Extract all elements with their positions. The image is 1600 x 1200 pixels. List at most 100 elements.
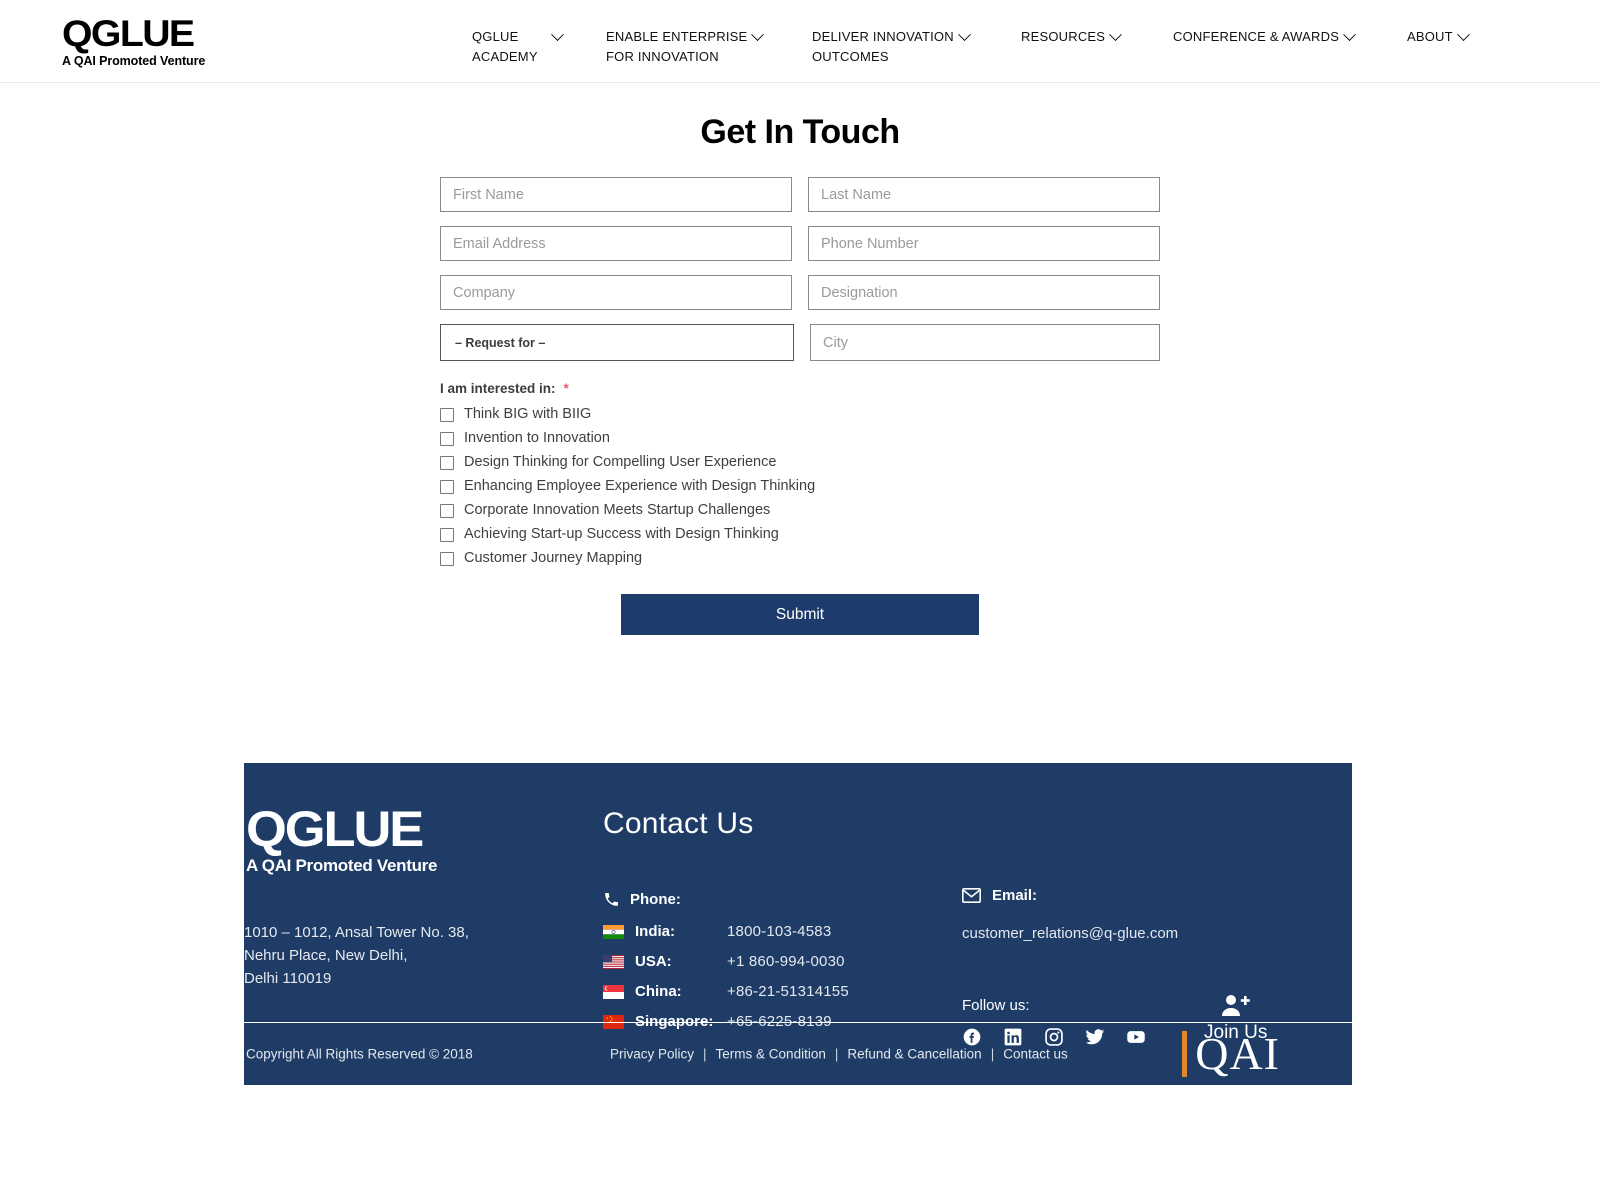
checkbox-icon[interactable] xyxy=(440,551,454,566)
phone-number[interactable]: +86-21-51314155 xyxy=(727,983,849,1000)
address-line: Nehru Place, New Delhi, xyxy=(244,947,408,964)
checkbox-icon[interactable] xyxy=(440,455,454,470)
checkbox-label: Invention to Innovation xyxy=(464,430,610,446)
address-line: 1010 – 1012, Ansal Tower No. 38, xyxy=(244,924,469,941)
link-refund-cancellation[interactable]: Refund & Cancellation xyxy=(847,1047,981,1062)
checkbox-label: Design Thinking for Compelling User Expe… xyxy=(464,454,777,470)
nav-item-resources[interactable]: RESOURCES xyxy=(1021,27,1173,47)
nav-item-about[interactable]: ABOUT xyxy=(1407,27,1470,47)
usa-flag-icon xyxy=(603,954,624,969)
interest-checkbox-row[interactable]: Corporate Innovation Meets Startup Chall… xyxy=(440,502,1160,519)
phone-entry-china: China: +86-21-51314155 xyxy=(603,983,849,1000)
nav-item-sublabel: OUTCOMES xyxy=(812,49,889,64)
city-input[interactable] xyxy=(810,324,1160,361)
contact-form: – Request for – I am interested in: * Thi… xyxy=(440,177,1160,635)
main-navigation: QGLUE ACADEMY ENABLE ENTERPRISE FOR INNO… xyxy=(472,27,1470,67)
interest-checkbox-row[interactable]: Customer Journey Mapping xyxy=(440,550,1160,567)
nav-item-label: DELIVER INNOVATION xyxy=(812,29,954,44)
logo-wordmark: QGLUE xyxy=(62,13,195,54)
submit-button[interactable]: Submit xyxy=(621,594,979,635)
chevron-down-icon[interactable] xyxy=(1456,27,1470,41)
nav-item-label: RESOURCES xyxy=(1021,29,1106,44)
nav-item-sublabel: FOR INNOVATION xyxy=(606,49,719,64)
company-input[interactable] xyxy=(440,275,792,310)
email-input[interactable] xyxy=(440,226,792,261)
footer-logo-wordmark: QGLUE xyxy=(246,801,424,857)
first-name-input[interactable] xyxy=(440,177,792,212)
phone-number[interactable]: +1 860-994-0030 xyxy=(727,953,845,970)
interest-checkbox-row[interactable]: Invention to Innovation xyxy=(440,430,1160,447)
checkbox-icon[interactable] xyxy=(440,431,454,446)
country-label: India: xyxy=(635,923,675,940)
user-plus-icon xyxy=(1222,995,1250,1016)
footer-logo[interactable]: QGLUE A QAI Promoted Venture xyxy=(246,804,438,876)
qai-logo-bar xyxy=(1182,1031,1188,1077)
checkbox-icon[interactable] xyxy=(440,503,454,518)
contact-us-heading: Contact Us xyxy=(603,807,754,840)
email-contact-block: Email: customer_relations@q-glue.com xyxy=(962,887,1178,942)
form-row-contact xyxy=(440,226,1160,261)
interest-checkbox-group: Think BIG with BIIG Invention to Innovat… xyxy=(440,406,1160,567)
link-contact-us[interactable]: Contact us xyxy=(1003,1047,1068,1062)
footer-bottom-bar: Copyright All Rights Reserved © 2018 Pri… xyxy=(244,1023,1352,1085)
singapore-flag-icon xyxy=(603,984,624,999)
interest-checkbox-row[interactable]: Enhancing Employee Experience with Desig… xyxy=(440,478,1160,495)
copyright-text: Copyright All Rights Reserved © 2018 xyxy=(246,1046,473,1062)
phone-contact-block: Phone: India: 1800-103-4583 USA: +1 860-… xyxy=(603,891,849,1043)
nav-item-sublabel: ACADEMY xyxy=(472,49,538,64)
chevron-down-icon[interactable] xyxy=(1343,27,1356,41)
designation-input[interactable] xyxy=(808,275,1160,310)
submit-row: Submit xyxy=(440,594,1160,635)
form-row-company xyxy=(440,275,1160,310)
form-row-name xyxy=(440,177,1160,212)
site-footer: QGLUE A QAI Promoted Venture 1010 – 1012… xyxy=(244,763,1352,1085)
country-label: China: xyxy=(635,983,682,1000)
nav-item-enable-enterprise[interactable]: ENABLE ENTERPRISE FOR INNOVATION xyxy=(606,27,812,67)
chevron-down-icon[interactable] xyxy=(751,27,765,41)
nav-item-label: ABOUT xyxy=(1407,29,1453,44)
qai-logo[interactable]: QAI xyxy=(1182,1031,1280,1077)
link-privacy-policy[interactable]: Privacy Policy xyxy=(610,1047,694,1062)
interest-label: I am interested in: * xyxy=(440,381,1160,396)
site-logo[interactable]: QGLUE A QAI Promoted Venture xyxy=(62,13,212,68)
follow-us-label: Follow us: xyxy=(962,997,1030,1014)
checkbox-label: Achieving Start-up Success with Design T… xyxy=(464,526,779,542)
checkbox-icon[interactable] xyxy=(440,527,454,542)
phone-number[interactable]: 1800-103-4583 xyxy=(727,923,831,940)
address-line: Delhi 110019 xyxy=(244,970,332,987)
chevron-down-icon[interactable] xyxy=(957,27,971,41)
form-row-request-city: – Request for – xyxy=(440,324,1160,361)
nav-item-conference-awards[interactable]: CONFERENCE & AWARDS xyxy=(1173,27,1407,47)
required-asterisk: * xyxy=(563,381,569,396)
phone-entry-india: India: 1800-103-4583 xyxy=(603,923,849,940)
last-name-input[interactable] xyxy=(808,177,1160,212)
nav-item-label: ENABLE ENTERPRISE xyxy=(606,29,748,44)
checkbox-icon[interactable] xyxy=(440,479,454,494)
nav-item-deliver-innovation[interactable]: DELIVER INNOVATION OUTCOMES xyxy=(812,27,1021,67)
interest-checkbox-row[interactable]: Think BIG with BIIG xyxy=(440,406,1160,423)
nav-item-label: QGLUE xyxy=(472,29,519,44)
legal-links: Privacy Policy | Terms & Condition | Ref… xyxy=(610,1047,1068,1062)
chevron-down-icon[interactable] xyxy=(1109,27,1123,41)
site-header: QGLUE A QAI Promoted Venture QGLUE ACADE… xyxy=(0,0,1600,83)
checkbox-label: Think BIG with BIIG xyxy=(464,406,592,422)
nav-item-qglue-academy[interactable]: QGLUE ACADEMY xyxy=(472,27,606,67)
checkbox-icon[interactable] xyxy=(440,407,454,422)
checkbox-label: Corporate Innovation Meets Startup Chall… xyxy=(464,502,771,518)
main-content: Get In Touch – Request for – I am intere… xyxy=(0,113,1600,635)
qai-logo-text: QAI xyxy=(1195,1028,1280,1079)
phone-entry-usa: USA: +1 860-994-0030 xyxy=(603,953,849,970)
checkbox-label: Customer Journey Mapping xyxy=(464,550,643,566)
link-separator: | xyxy=(703,1046,707,1062)
interest-label-text: I am interested in: xyxy=(440,381,556,396)
email-address[interactable]: customer_relations@q-glue.com xyxy=(962,925,1178,942)
interest-checkbox-row[interactable]: Design Thinking for Compelling User Expe… xyxy=(440,454,1160,471)
interest-checkbox-row[interactable]: Achieving Start-up Success with Design T… xyxy=(440,526,1160,543)
request-for-select[interactable]: – Request for – xyxy=(440,324,794,361)
phone-icon xyxy=(605,893,618,906)
email-label: Email: xyxy=(992,887,1038,904)
chevron-down-icon[interactable] xyxy=(550,27,564,41)
footer-logo-tagline: A QAI Promoted Venture xyxy=(246,856,438,875)
phone-input[interactable] xyxy=(808,226,1160,261)
link-terms-condition[interactable]: Terms & Condition xyxy=(716,1047,826,1062)
